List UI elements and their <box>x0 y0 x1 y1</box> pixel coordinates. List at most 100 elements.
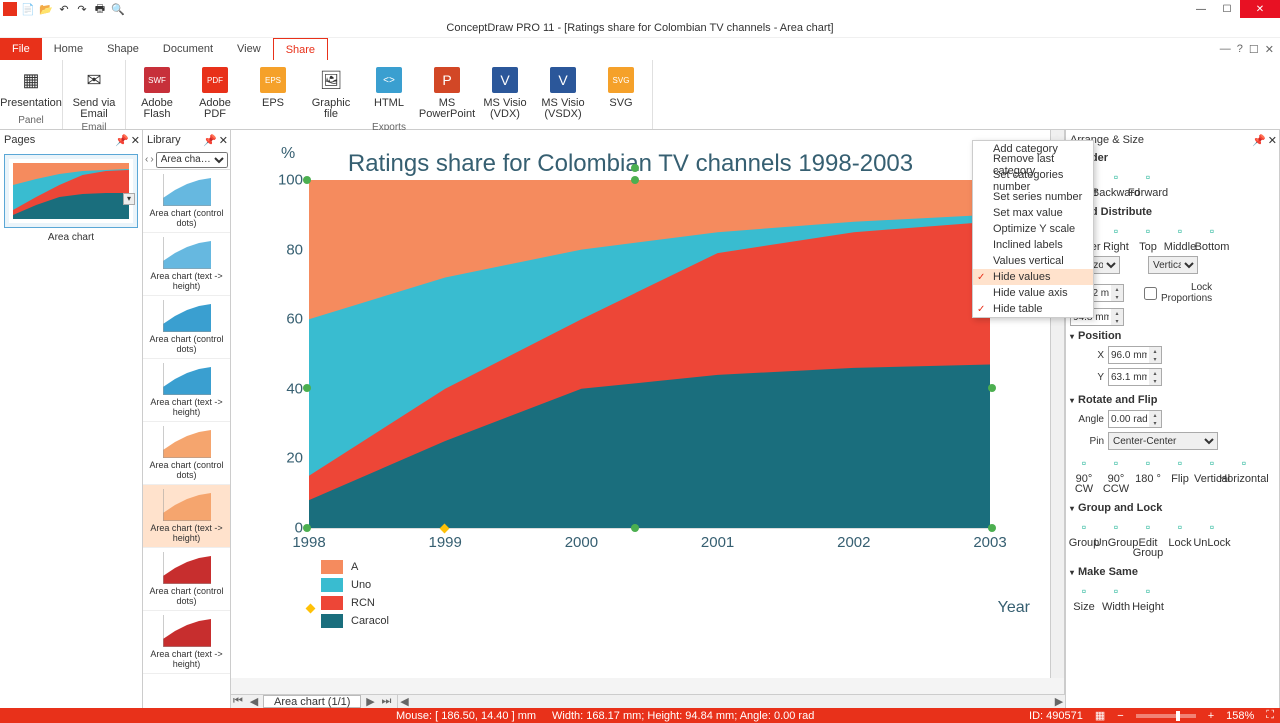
arrange-button[interactable]: ▫Top <box>1134 222 1162 252</box>
anchor-handle[interactable] <box>306 604 316 614</box>
ribbon-button[interactable]: PMS PowerPoint <box>422 64 472 120</box>
section-header[interactable]: Make Same <box>1070 564 1275 580</box>
lib-prev-icon[interactable]: ‹ <box>145 154 148 165</box>
selection-handle[interactable] <box>631 524 639 532</box>
hscroll-right[interactable]: ▶ <box>1053 695 1065 708</box>
pin-select[interactable]: Center-Center <box>1108 432 1218 450</box>
selection-handle[interactable] <box>303 524 311 532</box>
arrange-button[interactable]: ▫90° CCW <box>1102 454 1130 494</box>
rotate-handle[interactable] <box>631 164 639 172</box>
close-button[interactable]: ✕ <box>1240 0 1280 18</box>
ribbon-close-icon[interactable]: ✕ <box>1265 43 1274 56</box>
new-icon[interactable]: 📄 <box>20 1 36 17</box>
tab-file[interactable]: File <box>0 38 42 60</box>
pin-icon[interactable]: 📌 <box>1252 134 1266 147</box>
pin-icon[interactable]: 📌 <box>203 134 217 147</box>
context-menu-item[interactable]: ✓Hide values <box>973 269 1093 285</box>
arrange-button[interactable]: ▫Backward <box>1102 168 1130 198</box>
close-icon[interactable]: ✕ <box>131 134 140 147</box>
tab-view[interactable]: View <box>225 38 273 60</box>
arrange-button[interactable]: ▫90° CW <box>1070 454 1098 494</box>
arrange-button[interactable]: ▫Edit Group <box>1134 518 1162 558</box>
canvas[interactable]: % Ratings share for Colombian TV channel… <box>231 130 1050 678</box>
arrange-button[interactable]: ▫Forward <box>1134 168 1162 198</box>
context-menu-item[interactable]: ✓Hide table <box>973 301 1093 317</box>
find-icon[interactable]: 🔍 <box>110 1 126 17</box>
ribbon-button[interactable]: EPSEPS <box>248 64 298 109</box>
arrange-button[interactable]: ▫Flip <box>1166 454 1194 494</box>
arrange-button[interactable]: ▫Height <box>1134 582 1162 612</box>
library-item[interactable]: Area chart (text -> height) <box>143 485 230 548</box>
minimize-button[interactable]: — <box>1188 0 1214 18</box>
selection-handle[interactable] <box>988 524 996 532</box>
library-item[interactable]: Area chart (control dots) <box>143 548 230 611</box>
library-item[interactable]: Area chart (control dots) <box>143 170 230 233</box>
spinner[interactable]: ▴▾ <box>1108 346 1162 364</box>
arrange-button[interactable]: ▫UnGroup <box>1102 518 1130 558</box>
section-header[interactable]: and Distribute <box>1070 204 1275 220</box>
arrange-button[interactable]: ▫180 ° <box>1134 454 1162 494</box>
page-prev-icon[interactable]: ◀ <box>247 695 261 708</box>
ribbon-help-icon[interactable]: ? <box>1237 43 1243 56</box>
library-item[interactable]: Area chart (text -> height) <box>143 611 230 674</box>
arrange-button[interactable]: ▫Size <box>1070 582 1098 612</box>
arrange-button[interactable]: ▫UnLock <box>1198 518 1226 558</box>
ribbon-button[interactable]: ▦Presentation <box>6 64 56 109</box>
selection-handle[interactable] <box>303 384 311 392</box>
ribbon-button[interactable]: ✉Send via Email <box>69 64 119 120</box>
arrange-button[interactable]: ▫Lock <box>1166 518 1194 558</box>
hscrollbar[interactable] <box>410 697 1053 707</box>
arrange-button[interactable]: ▫Horizontal <box>1230 454 1258 494</box>
section-header[interactable]: Position <box>1070 328 1275 344</box>
section-header[interactable]: Rotate and Flip <box>1070 392 1275 408</box>
close-icon[interactable]: ✕ <box>1268 134 1277 147</box>
ribbon-button[interactable]: 🖼Graphic file <box>306 64 356 120</box>
page-first-icon[interactable]: ⏮ <box>231 695 245 708</box>
library-dropdown[interactable]: Area cha… <box>156 152 228 168</box>
selection-handle[interactable] <box>303 176 311 184</box>
section-header[interactable]: Group and Lock <box>1070 500 1275 516</box>
lock-proportions[interactable] <box>1144 287 1157 300</box>
arrange-button[interactable]: ▫Right <box>1102 222 1130 252</box>
tab-home[interactable]: Home <box>42 38 95 60</box>
zoom-in-icon[interactable]: + <box>1208 710 1214 722</box>
context-menu-item[interactable]: Set max value <box>973 205 1093 221</box>
selection-handle[interactable] <box>988 384 996 392</box>
chart-object[interactable]: % Ratings share for Colombian TV channel… <box>261 140 1000 628</box>
zoom-out-icon[interactable]: − <box>1117 710 1123 722</box>
pin-icon[interactable]: 📌 <box>115 134 129 147</box>
ribbon-button[interactable]: VMS Visio (VDX) <box>480 64 530 120</box>
maximize-button[interactable]: ☐ <box>1214 0 1240 18</box>
spinner[interactable]: ▴▾ <box>1108 410 1162 428</box>
tab-shape[interactable]: Shape <box>95 38 151 60</box>
ribbon-button[interactable]: SWFAdobe Flash <box>132 64 182 120</box>
zoom-controls-icon[interactable]: ⛶ <box>1266 709 1274 722</box>
undo-icon[interactable]: ↶ <box>56 1 72 17</box>
page-tab[interactable]: Area chart (1/1) <box>263 695 361 708</box>
arrange-button[interactable]: ▫Width <box>1102 582 1130 612</box>
hscroll-left[interactable]: ◀ <box>398 695 410 708</box>
spinner[interactable]: ▴▾ <box>1108 368 1162 386</box>
ribbon-button[interactable]: VMS Visio (VSDX) <box>538 64 588 120</box>
arrange-button[interactable]: ▫Middle <box>1166 222 1194 252</box>
print-icon[interactable]: 🖶 <box>92 1 108 17</box>
ribbon-button[interactable]: <>HTML <box>364 64 414 109</box>
library-item[interactable]: Area chart (control dots) <box>143 422 230 485</box>
tab-share[interactable]: Share <box>273 38 328 60</box>
page-last-icon[interactable]: ⏭ <box>379 695 393 708</box>
context-menu-item[interactable]: Optimize Y scale <box>973 221 1093 237</box>
context-menu-item[interactable]: Set series number <box>973 189 1093 205</box>
status-grid-icon[interactable]: ▦ <box>1095 709 1105 722</box>
library-item[interactable]: Area chart (text -> height) <box>143 359 230 422</box>
open-icon[interactable]: 📂 <box>38 1 54 17</box>
ribbon-button[interactable]: PDFAdobe PDF <box>190 64 240 120</box>
context-menu-item[interactable]: Hide value axis <box>973 285 1093 301</box>
ribbon-button[interactable]: SVGSVG <box>596 64 646 109</box>
library-item[interactable]: Area chart (text -> height) <box>143 233 230 296</box>
ribbon-min-icon[interactable]: — <box>1220 43 1231 56</box>
context-menu-item[interactable]: Set categories number <box>973 173 1093 189</box>
page-next-icon[interactable]: ▶ <box>363 695 377 708</box>
context-menu-item[interactable]: Inclined labels <box>973 237 1093 253</box>
tab-document[interactable]: Document <box>151 38 225 60</box>
library-item[interactable]: Area chart (control dots) <box>143 296 230 359</box>
